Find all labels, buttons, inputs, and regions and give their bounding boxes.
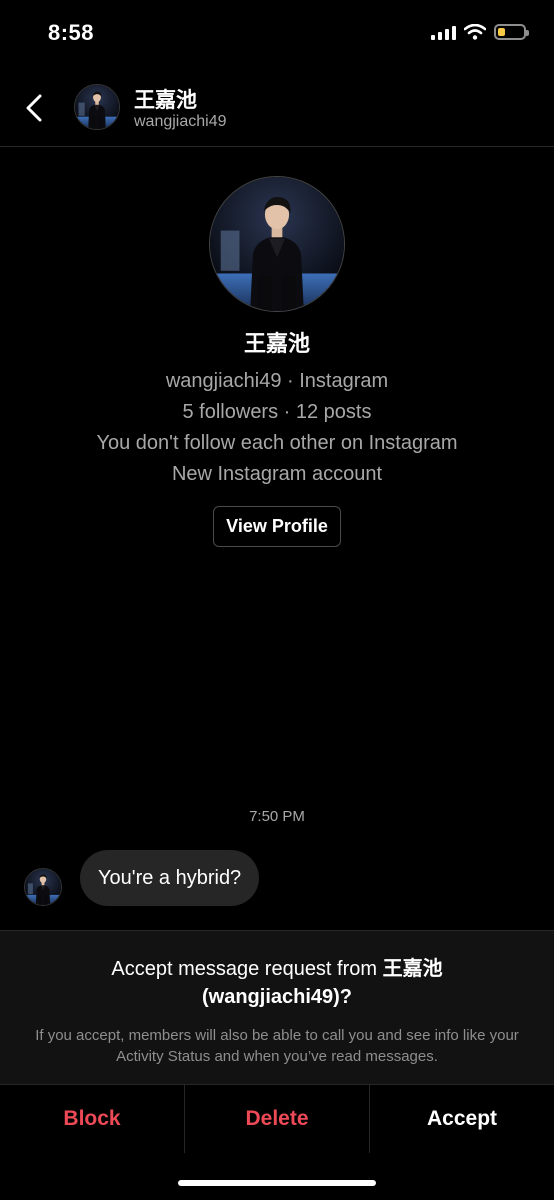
header-handle[interactable]: wangjiachi49 [134,113,227,131]
message-timestamp: 7:50 PM [249,808,305,825]
accept-button[interactable]: Accept [370,1085,554,1153]
profile-name: 王嘉池 [243,331,310,356]
profile-account-note: New Instagram account [171,463,383,485]
request-title-handle-group: (wangjiachi49)? [202,986,352,1008]
request-title-name: 王嘉池 [382,958,443,980]
wifi-icon [464,24,486,40]
profile-photo-icon [75,85,119,129]
block-button[interactable]: Block [0,1085,185,1153]
view-profile-button[interactable]: View Profile [213,506,341,547]
home-indicator[interactable] [178,1180,376,1186]
request-actions: Block Delete Accept [0,1084,554,1153]
status-icons [431,24,529,40]
request-title-prefix: Accept message request from [111,958,383,980]
request-description: If you accept, members will also be able… [35,1027,519,1065]
back-icon[interactable] [20,90,50,126]
battery-level [498,28,506,36]
profile-photo-icon [25,869,61,905]
battery-icon [494,24,529,40]
status-time: 8:58 [48,20,95,45]
message-sender-avatar[interactable] [24,868,62,906]
chat-header: 王嘉池 wangjiachi49 [0,70,554,147]
profile-photo-icon [210,177,344,311]
signal-icon [431,24,456,40]
profile-relationship: You don't follow each other on Instagram [96,432,458,454]
profile-subtitle: wangjiachi49 · Instagram [165,370,389,392]
profile-stats: 5 followers · 12 posts [182,401,372,423]
message-request-panel: Accept message request from 王嘉池 (wangjia… [0,930,554,1085]
profile-summary: 王嘉池 wangjiachi49 · Instagram 5 followers… [0,176,554,547]
request-title-handle: (wangjiachi49)? [201,986,353,1008]
header-name[interactable]: 王嘉池 [134,84,197,114]
request-title: Accept message request from 王嘉池 (wangjia… [0,955,554,1011]
header-avatar[interactable] [74,84,120,130]
status-bar: 8:58 [0,0,554,70]
profile-avatar[interactable] [209,176,345,312]
message-bubble[interactable]: You're a hybrid? [80,850,260,906]
delete-button[interactable]: Delete [185,1085,370,1153]
